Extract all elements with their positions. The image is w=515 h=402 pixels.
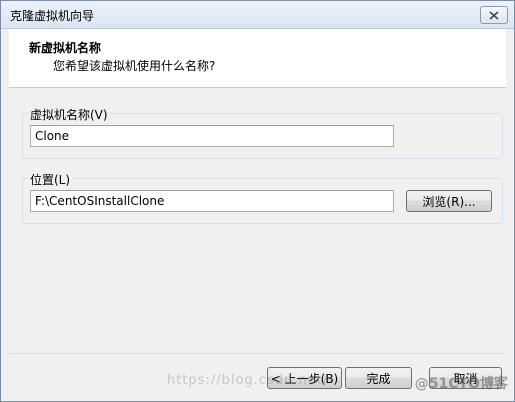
location-group: 位置(L) 浏览(R)... [22,171,503,224]
vm-name-input[interactable] [30,125,394,147]
watermark-url: https://blog.csdn.net/ [167,373,329,388]
clone-vm-wizard-window: 克隆虚拟机向导 新虚拟机名称 您希望该虚拟机使用什么名称? 虚拟机名称(V) 位… [0,0,515,402]
browse-button[interactable]: 浏览(R)... [406,190,492,212]
page-subtitle: 您希望该虚拟机使用什么名称? [53,59,216,73]
vm-name-group: 虚拟机名称(V) [22,106,503,159]
footer-divider [9,353,506,354]
close-button[interactable] [480,6,508,24]
window-title: 克隆虚拟机向导 [10,9,95,23]
watermark-logo: @51CTO博客 [414,376,508,392]
finish-button[interactable]: 完成 [345,367,412,389]
page-title: 新虚拟机名称 [29,41,102,55]
header-panel: 新虚拟机名称 您希望该虚拟机使用什么名称? [9,29,506,88]
title-bar: 克隆虚拟机向导 [1,1,514,29]
location-label: 位置(L) [28,171,73,188]
close-icon [489,10,499,20]
location-input[interactable] [30,190,394,212]
vm-name-label: 虚拟机名称(V) [28,106,110,123]
